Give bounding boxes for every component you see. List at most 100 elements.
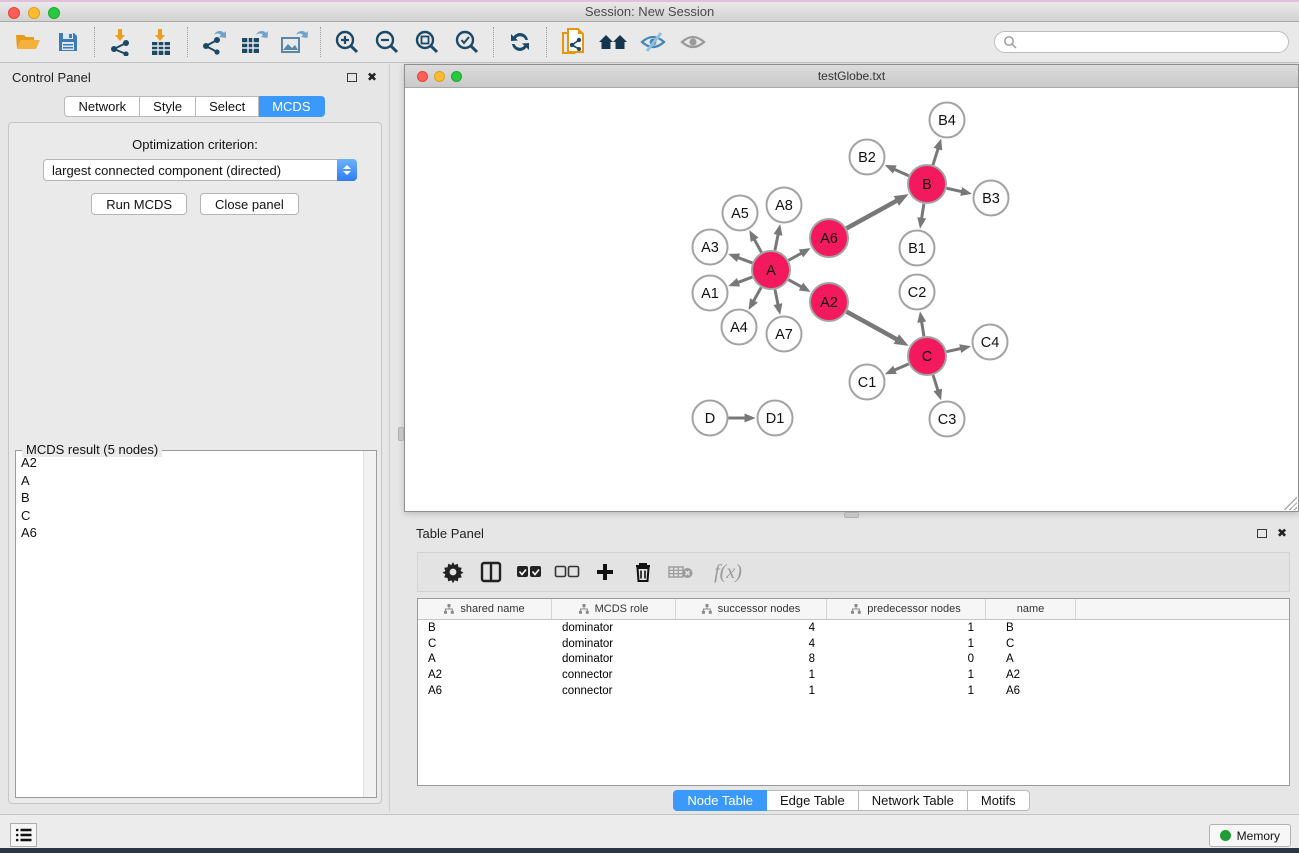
mcds-result-item[interactable]: A6 xyxy=(16,524,364,542)
graph-node-A2[interactable]: A2 xyxy=(810,283,848,321)
table-cell[interactable]: connector xyxy=(552,669,676,681)
column-header-successor-nodes[interactable]: successor nodes xyxy=(676,599,827,619)
graph-edge-A-A8[interactable] xyxy=(775,233,778,250)
graph-node-A5[interactable]: A5 xyxy=(723,196,758,231)
graph-edge-A-A3[interactable] xyxy=(737,257,753,263)
vertical-scroll-thumb[interactable] xyxy=(398,427,404,441)
graph-edge-C-C3[interactable] xyxy=(933,375,938,392)
network-minimize-button[interactable] xyxy=(434,71,445,82)
column-header-predecessor-nodes[interactable]: predecessor nodes xyxy=(827,599,986,619)
table-cell[interactable]: 1 xyxy=(827,685,986,697)
table-cell[interactable]: 1 xyxy=(676,669,827,681)
table-cell[interactable]: 1 xyxy=(827,638,986,650)
graph-edge-C-C1[interactable] xyxy=(893,364,908,371)
search-input[interactable] xyxy=(1017,35,1288,49)
table-cell[interactable]: C xyxy=(986,638,1076,650)
refresh-button[interactable] xyxy=(500,25,540,59)
show-all-button[interactable] xyxy=(673,25,713,59)
import-table-button[interactable] xyxy=(141,25,181,59)
graph-edge-B-B3[interactable] xyxy=(947,188,964,192)
delete-columns-button[interactable] xyxy=(624,556,662,588)
tab-edge-table[interactable]: Edge Table xyxy=(767,790,859,811)
float-table-panel-icon[interactable] xyxy=(1257,529,1267,538)
table-cell[interactable]: 4 xyxy=(676,638,827,650)
graph-node-C2[interactable]: C2 xyxy=(900,275,935,310)
tab-network-table[interactable]: Network Table xyxy=(859,790,968,811)
graph-node-B2[interactable]: B2 xyxy=(850,140,885,175)
table-cell[interactable]: A xyxy=(986,653,1076,665)
graph-node-A[interactable]: A xyxy=(752,251,790,289)
network-canvas[interactable]: B4B2BB3A5A8A6A3B1AA1C2A2A4A7C4CC1C3DD1 xyxy=(405,88,1298,511)
minimize-window-button[interactable] xyxy=(28,7,40,19)
mcds-result-item[interactable]: B xyxy=(16,489,364,507)
function-builder-button[interactable]: f(x) xyxy=(700,556,756,588)
mcds-result-item[interactable]: A xyxy=(16,472,364,490)
table-cell[interactable]: 8 xyxy=(676,653,827,665)
duplicate-network-button[interactable] xyxy=(553,25,593,59)
graph-edge-C-C2[interactable] xyxy=(921,320,924,336)
graph-edge-A2-C[interactable] xyxy=(847,312,899,340)
graph-edge-A-A7[interactable] xyxy=(775,290,778,306)
graph-node-A6[interactable]: A6 xyxy=(810,219,848,257)
graph-edge-A-A1[interactable] xyxy=(737,277,753,283)
graph-edge-A-A6[interactable] xyxy=(789,252,803,260)
mcds-result-item[interactable]: C xyxy=(16,507,364,525)
graph-edge-B-B1[interactable] xyxy=(921,204,924,220)
tab-node-table[interactable]: Node Table xyxy=(673,790,767,811)
first-neighbors-button[interactable] xyxy=(593,25,633,59)
panel-menu-button[interactable] xyxy=(10,823,37,847)
table-cell[interactable]: 4 xyxy=(676,622,827,634)
export-network-button[interactable] xyxy=(194,25,234,59)
graph-node-A4[interactable]: A4 xyxy=(722,310,757,345)
network-window-titlebar[interactable]: testGlobe.txt xyxy=(405,65,1298,88)
table-row[interactable]: A2connector11A2 xyxy=(418,667,1289,683)
mcds-result-item[interactable]: A2 xyxy=(16,454,364,472)
table-cell[interactable]: 1 xyxy=(676,685,827,697)
graph-edge-A-A5[interactable] xyxy=(754,238,762,252)
run-mcds-button[interactable]: Run MCDS xyxy=(91,193,187,215)
network-zoom-button[interactable] xyxy=(451,71,462,82)
table-cell[interactable]: dominator xyxy=(552,638,676,650)
graph-node-C4[interactable]: C4 xyxy=(973,325,1008,360)
graph-edge-A-A4[interactable] xyxy=(753,287,761,302)
hide-selected-button[interactable] xyxy=(633,25,673,59)
graph-node-B4[interactable]: B4 xyxy=(930,103,965,138)
column-header-shared-name[interactable]: shared name xyxy=(418,599,552,619)
column-header-MCDS-role[interactable]: MCDS role xyxy=(552,599,676,619)
graph-node-D[interactable]: D xyxy=(693,401,728,436)
memory-button[interactable]: Memory xyxy=(1209,824,1291,847)
table-row[interactable]: A6connector11A6 xyxy=(418,683,1289,699)
table-cell[interactable]: C xyxy=(418,638,552,650)
graph-edge-B-B4[interactable] xyxy=(933,147,939,165)
graph-node-A3[interactable]: A3 xyxy=(693,230,728,265)
graph-node-C3[interactable]: C3 xyxy=(930,402,965,437)
graph-node-B3[interactable]: B3 xyxy=(974,181,1009,216)
horizontal-scroll-thumb[interactable] xyxy=(844,512,859,518)
tab-style[interactable]: Style xyxy=(140,96,196,117)
graph-edge-C-C4[interactable] xyxy=(947,348,963,351)
resize-grip[interactable] xyxy=(1284,497,1297,510)
table-cell[interactable]: A xyxy=(418,653,552,665)
show-columns-button[interactable] xyxy=(472,556,510,588)
tab-network[interactable]: Network xyxy=(64,96,140,117)
float-panel-icon[interactable] xyxy=(347,73,357,82)
table-cell[interactable]: A2 xyxy=(986,669,1076,681)
table-cell[interactable]: A6 xyxy=(418,685,552,697)
criterion-dropdown[interactable]: largest connected component (directed) xyxy=(43,159,357,181)
column-header-name[interactable]: name xyxy=(986,599,1076,619)
zoom-fit-button[interactable] xyxy=(407,25,447,59)
graph-node-A8[interactable]: A8 xyxy=(767,188,802,223)
table-cell[interactable]: dominator xyxy=(552,653,676,665)
import-network-button[interactable] xyxy=(101,25,141,59)
network-close-button[interactable] xyxy=(417,71,428,82)
graph-node-A1[interactable]: A1 xyxy=(693,276,728,311)
export-image-button[interactable] xyxy=(274,25,314,59)
table-cell[interactable]: B xyxy=(418,622,552,634)
graph-node-B[interactable]: B xyxy=(908,165,946,203)
tab-select[interactable]: Select xyxy=(196,96,259,117)
table-cell[interactable]: connector xyxy=(552,685,676,697)
table-cell[interactable]: 1 xyxy=(827,669,986,681)
table-settings-button[interactable] xyxy=(434,556,472,588)
create-column-button[interactable] xyxy=(586,556,624,588)
zoom-selected-button[interactable] xyxy=(447,25,487,59)
